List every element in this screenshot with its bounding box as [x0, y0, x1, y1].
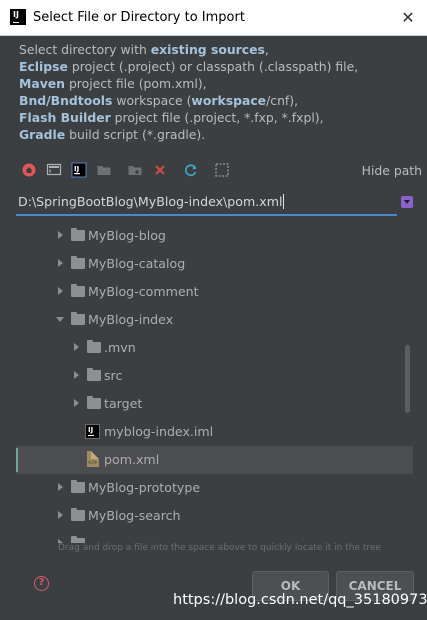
desktop-icon[interactable] [46, 162, 62, 178]
tree-row-partial[interactable] [16, 530, 413, 543]
tree-row-label: pom.xml [104, 452, 160, 467]
title-bar: IJ Select File or Directory to Import ✕ [0, 0, 427, 36]
watermark: https://blog.csdn.net/qq_35180973 [173, 592, 427, 608]
folder-icon[interactable] [96, 162, 112, 178]
tree-row-label: MyBlog-blog [88, 228, 166, 243]
iml-file-icon: IJ [85, 424, 100, 439]
path-history-dropdown-icon[interactable] [401, 196, 413, 208]
tree-row-myblog-index[interactable]: MyBlog-index [16, 306, 413, 334]
tree-row-label: myblog-index.iml [104, 424, 214, 439]
tree-row-target[interactable]: target [16, 390, 413, 418]
show-hidden-icon[interactable] [214, 162, 230, 178]
project-icon[interactable]: IJ [71, 162, 87, 178]
expand-arrow-icon[interactable] [74, 371, 79, 379]
intellij-logo-icon: IJ [10, 9, 26, 25]
folder-icon [71, 480, 85, 493]
path-value: D:\SpringBootBlog\MyBlog-index\pom.xml [18, 194, 283, 209]
folder-icon [71, 256, 85, 269]
folder-icon [71, 284, 85, 297]
expand-arrow-icon[interactable] [74, 399, 79, 407]
folder-icon [71, 228, 85, 241]
tree-row-myblog-blog[interactable]: MyBlog-blog [16, 222, 413, 250]
tree-row-src[interactable]: src [16, 362, 413, 390]
expand-arrow-icon[interactable] [74, 343, 79, 351]
expand-arrow-icon[interactable] [58, 231, 63, 239]
tree-row-label: MyBlog-catalog [88, 256, 186, 271]
text-caret [283, 194, 285, 209]
drag-drop-hint: Drag and drop a file into the space abov… [58, 543, 381, 553]
import-description: Select directory with existing sources, … [19, 42, 359, 142]
svg-text:IJ: IJ [74, 165, 79, 173]
delete-icon[interactable] [152, 162, 168, 178]
file-tree[interactable]: MyBlog-blog MyBlog-catalog MyBlog-commen… [16, 220, 413, 543]
selection-indicator [16, 448, 18, 472]
path-input[interactable]: D:\SpringBootBlog\MyBlog-index\pom.xml [16, 190, 397, 216]
folder-icon [71, 508, 85, 521]
window-title: Select File or Directory to Import [33, 10, 245, 25]
expand-arrow-icon[interactable] [58, 511, 63, 519]
tree-row-label: target [104, 396, 143, 411]
tree-row-label: MyBlog-prototype [88, 480, 201, 495]
expand-arrow-icon[interactable] [58, 259, 63, 267]
home-icon[interactable] [21, 162, 37, 178]
tree-row-myblog-catalog[interactable]: MyBlog-catalog [16, 250, 413, 278]
expand-arrow-icon[interactable] [58, 483, 63, 491]
tree-row-label: MyBlog-comment [88, 284, 199, 299]
folder-icon [87, 368, 101, 381]
file-chooser-toolbar: IJ [18, 160, 418, 182]
tree-scrollbar[interactable] [405, 345, 410, 413]
new-folder-icon[interactable] [127, 162, 143, 178]
tree-row-label: MyBlog-search [88, 508, 181, 523]
tree-row-label: src [104, 368, 123, 383]
folder-icon [87, 396, 101, 409]
hide-path-link[interactable]: Hide path [362, 163, 422, 178]
tree-row-label: .mvn [104, 340, 136, 355]
tree-row-label: MyBlog-index [88, 312, 174, 327]
tree-row-myblog-index-iml[interactable]: IJ myblog-index.iml [16, 418, 413, 446]
folder-icon [71, 312, 85, 325]
tree-row-myblog-prototype[interactable]: MyBlog-prototype [16, 474, 413, 502]
tree-row-myblog-search[interactable]: MyBlog-search [16, 502, 413, 530]
expand-arrow-icon[interactable] [58, 287, 63, 295]
tree-row-myblog-comment[interactable]: MyBlog-comment [16, 278, 413, 306]
help-icon[interactable]: ? [34, 576, 49, 591]
tree-row-mvn[interactable]: .mvn [16, 334, 413, 362]
folder-icon [87, 340, 101, 353]
close-icon[interactable]: ✕ [395, 5, 421, 31]
xml-file-icon: </> [87, 451, 99, 467]
refresh-icon[interactable] [183, 162, 199, 178]
tree-row-pom-xml[interactable]: </> pom.xml [16, 446, 413, 474]
collapse-arrow-icon[interactable] [56, 317, 64, 322]
